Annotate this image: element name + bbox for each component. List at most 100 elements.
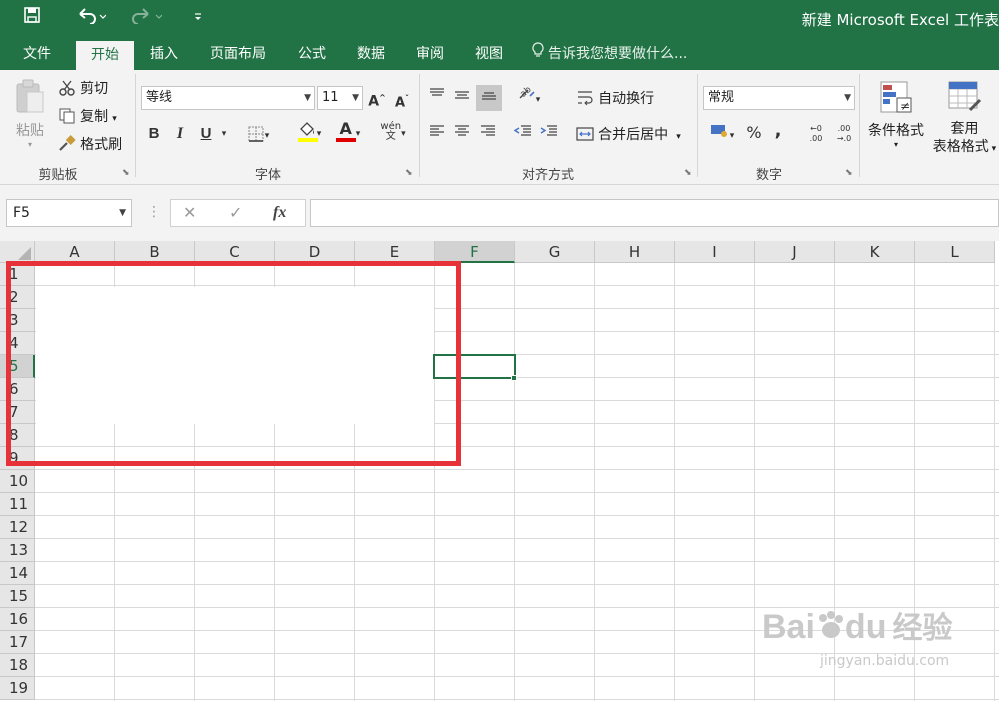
column-header-k[interactable]: K	[835, 241, 915, 263]
name-box[interactable]: F5 ▼	[6, 199, 132, 227]
underline-button[interactable]: U	[196, 122, 216, 146]
column-header-g[interactable]: G	[515, 241, 595, 263]
clipboard-launcher-icon[interactable]: ⬊	[122, 168, 130, 178]
increase-indent-icon[interactable]	[538, 122, 560, 146]
formula-input[interactable]	[310, 199, 999, 227]
format-painter-button[interactable]: 格式刷	[58, 134, 122, 157]
column-header-d[interactable]: D	[275, 241, 355, 263]
number-launcher-icon[interactable]: ⬊	[845, 168, 853, 178]
wrap-text-label: 自动换行	[598, 91, 655, 107]
paste-button[interactable]: 粘贴 ▾	[10, 78, 50, 150]
tab-file[interactable]: 文件	[12, 38, 62, 70]
chevron-down-icon: ▼	[304, 93, 311, 103]
cancel-icon[interactable]: ✕	[183, 200, 196, 226]
align-center-icon[interactable]	[451, 122, 473, 146]
fill-handle[interactable]	[511, 375, 517, 381]
bold-button[interactable]: B	[144, 122, 164, 146]
percent-button[interactable]: %	[744, 121, 764, 145]
copy-label: 复制	[80, 109, 109, 125]
row-header-10[interactable]: 10	[0, 470, 35, 493]
orientation-button[interactable]: ab ▾	[512, 85, 546, 110]
grid-column-line	[594, 263, 595, 701]
row-header-17[interactable]: 17	[0, 631, 35, 654]
column-header-a[interactable]: A	[35, 241, 115, 263]
tab-formulas[interactable]: 公式	[288, 38, 336, 70]
accounting-format-button[interactable]: ▾	[704, 122, 740, 146]
column-header-e[interactable]: E	[355, 241, 435, 263]
number-format-combo[interactable]: 常规 ▼	[703, 86, 855, 110]
select-all-button[interactable]	[0, 241, 35, 263]
column-header-l[interactable]: L	[915, 241, 995, 263]
font-name-combo[interactable]: 等线 ▼	[141, 86, 315, 110]
row-header-19[interactable]: 19	[0, 677, 35, 700]
shrink-font-icon[interactable]: Aˇ	[392, 87, 412, 111]
column-header-f[interactable]: F	[435, 241, 515, 263]
align-left-icon[interactable]	[426, 122, 448, 146]
grow-font-icon[interactable]: A^	[367, 86, 387, 110]
row-header-13[interactable]: 13	[0, 539, 35, 562]
conditional-formatting-button[interactable]: ≠ 条件格式 ▾	[864, 80, 928, 149]
tab-insert[interactable]: 插入	[138, 38, 190, 70]
fill-color-button[interactable]: ▾	[290, 120, 328, 144]
tab-review[interactable]: 审阅	[404, 38, 456, 70]
splitter-handle-icon[interactable]: ⋮	[147, 203, 161, 221]
name-box-value: F5	[13, 205, 30, 221]
tell-me-box[interactable]: 告诉我您想要做什么...	[532, 38, 687, 70]
copy-button[interactable]: 复制 ▾	[58, 106, 117, 129]
column-header-i[interactable]: I	[675, 241, 755, 263]
redo-icon[interactable]	[128, 6, 164, 32]
lightbulb-icon	[532, 38, 544, 70]
wrap-text-button[interactable]: 自动换行	[576, 88, 654, 111]
copy-dropdown-icon[interactable]: ▾	[112, 114, 117, 124]
increase-decimal-icon[interactable]: ←0.00	[804, 122, 828, 146]
decrease-decimal-icon[interactable]: .00 →.0	[832, 122, 856, 146]
ribbon-tabs: 文件 开始 插入 页面布局 公式 数据 审阅 视图 告诉我您想要做什么...	[0, 38, 999, 70]
enter-icon[interactable]: ✓	[229, 200, 242, 226]
align-bottom-icon[interactable]	[476, 85, 502, 111]
phonetic-guide-button[interactable]: wén 文 ▾	[376, 120, 410, 144]
font-launcher-icon[interactable]: ⬊	[405, 168, 413, 178]
borders-button[interactable]: ▾	[240, 122, 276, 146]
undo-icon[interactable]	[74, 6, 108, 32]
font-size-combo[interactable]: 11 ▼	[317, 86, 363, 110]
row-header-18[interactable]: 18	[0, 654, 35, 677]
tab-home[interactable]: 开始	[76, 41, 134, 70]
cut-button[interactable]: 剪切	[58, 78, 108, 101]
group-separator	[135, 74, 136, 177]
align-right-icon[interactable]	[477, 122, 499, 146]
font-color-button[interactable]: A ▾	[330, 120, 366, 144]
column-header-h[interactable]: H	[595, 241, 675, 263]
grid-row-line	[35, 492, 999, 493]
column-header-c[interactable]: C	[195, 241, 275, 263]
underline-dropdown-icon[interactable]: ▾	[218, 122, 230, 146]
row-header-15[interactable]: 15	[0, 585, 35, 608]
grid-row-line	[35, 561, 999, 562]
row-header-16[interactable]: 16	[0, 608, 35, 631]
chevron-down-icon: ▼	[119, 208, 126, 218]
align-middle-icon[interactable]	[451, 86, 473, 110]
align-top-icon[interactable]	[426, 86, 448, 110]
paintbrush-icon	[58, 134, 76, 157]
alignment-launcher-icon[interactable]: ⬊	[684, 168, 692, 178]
chevron-down-icon: ▼	[352, 93, 359, 103]
save-icon[interactable]	[18, 6, 46, 32]
worksheet-grid[interactable]: ABCDEFGHIJKL 1 2 3 4 5 6 7 8 9 10 11 12 13 14 15 16 17 18…	[0, 241, 999, 701]
tab-view[interactable]: 视图	[462, 38, 516, 70]
merge-center-button[interactable]: 合并后居中 ▾	[576, 124, 681, 147]
insert-function-button[interactable]: fx	[273, 200, 286, 226]
format-as-table-button[interactable]: 套用 表格格式 ▾	[930, 80, 999, 158]
row-header-14[interactable]: 14	[0, 562, 35, 585]
column-header-b[interactable]: B	[115, 241, 195, 263]
tab-page-layout[interactable]: 页面布局	[196, 38, 280, 70]
row-header-11[interactable]: 11	[0, 493, 35, 516]
column-header-j[interactable]: J	[755, 241, 835, 263]
decrease-indent-icon[interactable]	[512, 122, 534, 146]
row-header-12[interactable]: 12	[0, 516, 35, 539]
paste-icon	[10, 78, 50, 120]
merge-dropdown-icon[interactable]: ▾	[676, 132, 681, 142]
italic-button[interactable]: I	[170, 122, 190, 146]
tab-data[interactable]: 数据	[346, 38, 396, 70]
clipboard-group-label: 剪贴板	[38, 168, 78, 183]
comma-button[interactable]: ,	[770, 119, 786, 143]
customize-icon[interactable]	[190, 6, 206, 32]
